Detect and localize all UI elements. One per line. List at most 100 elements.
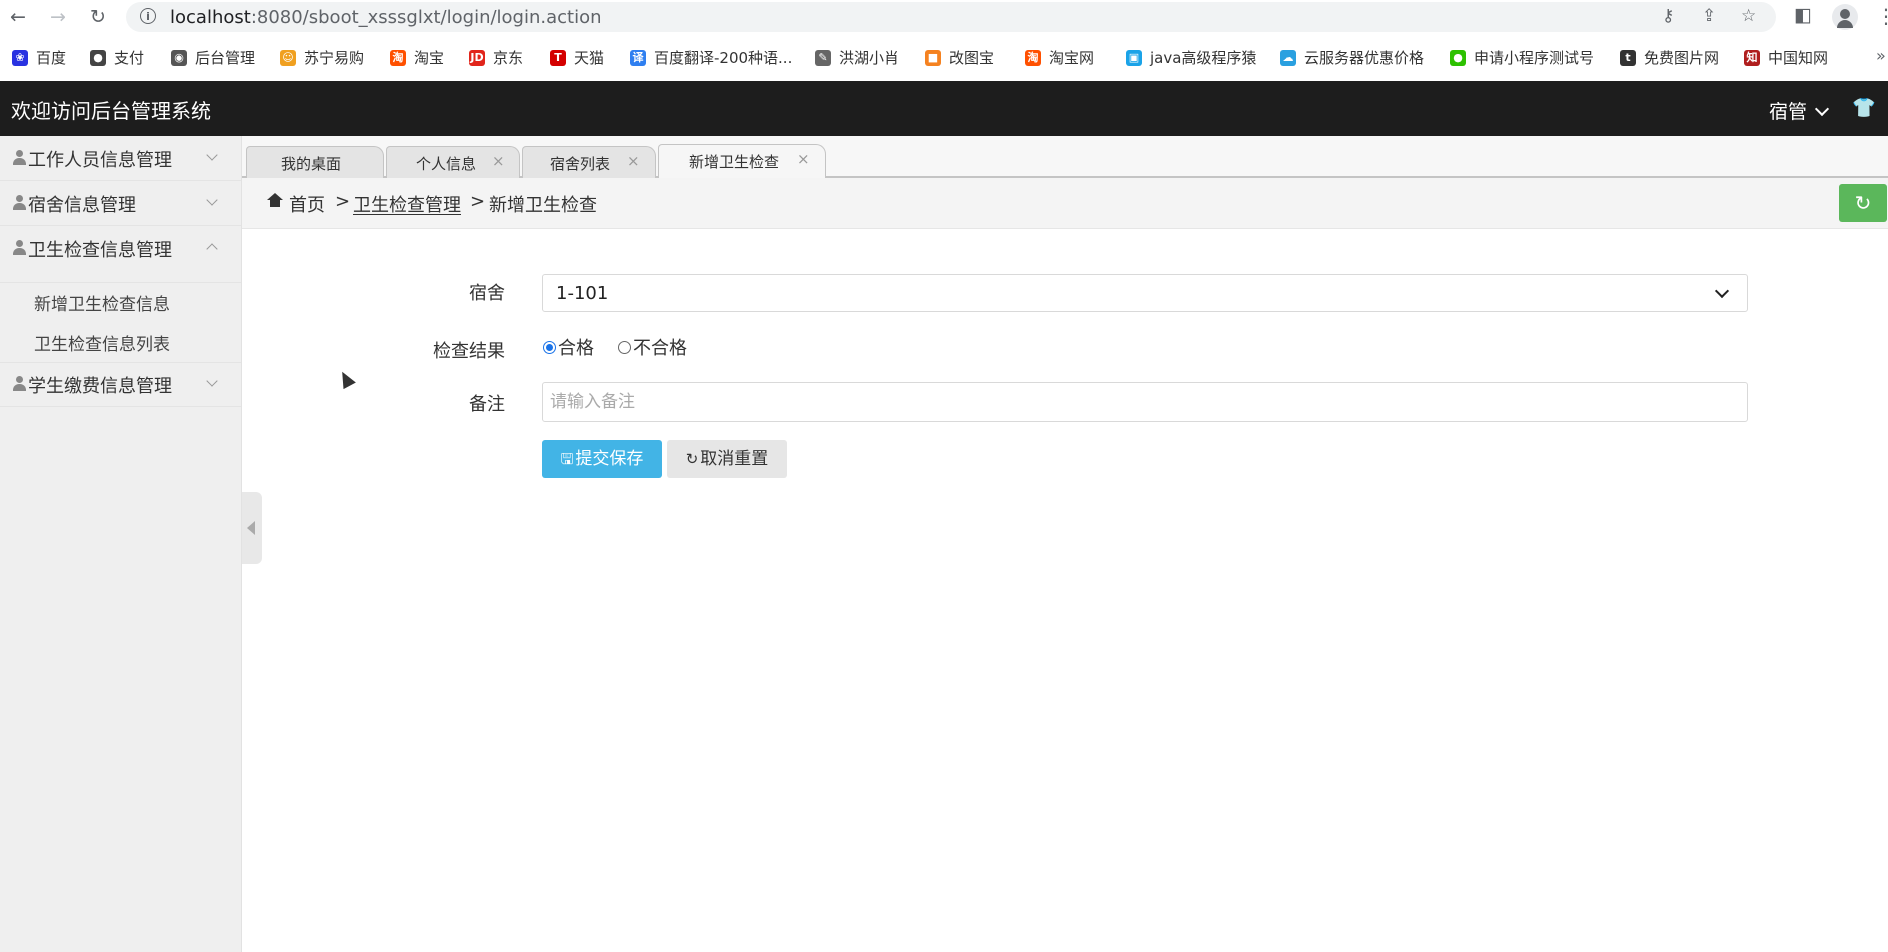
sidebar-item-label: 学生缴费信息管理 (28, 376, 172, 397)
save-button[interactable]: 🖫 提交保存 (542, 440, 662, 478)
sidebar-item-dorm[interactable]: 宿舍信息管理 (0, 181, 241, 226)
note-input[interactable] (542, 382, 1748, 422)
bookmark-icon: ● (1450, 49, 1466, 66)
chevron-up-icon (206, 243, 218, 255)
user-icon (13, 150, 26, 165)
bookmarks-overflow-icon[interactable]: » (1876, 46, 1886, 65)
tab-dorm-list[interactable]: 宿舍列表 × (522, 146, 656, 178)
url-host: localhost (170, 7, 251, 28)
save-button-label: 提交保存 (575, 449, 644, 469)
tab-desktop[interactable]: 我的桌面 (246, 146, 384, 178)
tab-label: 宿舍列表 (550, 155, 611, 173)
bookmark-icon: ● (90, 49, 106, 66)
bookmark-label: 百度 (36, 49, 67, 67)
breadcrumb-current: 新增卫生检查 (489, 195, 597, 216)
tab-label: 个人信息 (416, 155, 477, 173)
bookmark-label: 后台管理 (195, 49, 256, 67)
bookmark-item[interactable]: t 免费图片网 (1620, 47, 1719, 68)
close-icon[interactable]: × (797, 150, 810, 168)
back-icon[interactable]: ← (6, 5, 30, 29)
close-icon[interactable]: × (492, 152, 505, 170)
close-icon[interactable]: × (627, 152, 640, 170)
sidebar-item-label: 工作人员信息管理 (28, 150, 172, 171)
bookmark-item[interactable]: ● 支付 (90, 47, 144, 68)
sidebar-submenu: 新增卫生检查信息 卫生检查信息列表 (0, 282, 241, 363)
bookmark-icon: 淘 (390, 49, 406, 66)
bookmark-item[interactable]: 淘淘宝 (390, 47, 444, 68)
star-icon[interactable]: ☆ (1741, 6, 1756, 26)
bookmark-item[interactable]: 知中国知网 (1744, 47, 1828, 68)
menu-kebab-icon[interactable]: ⋮ (1876, 4, 1888, 28)
tab-profile[interactable]: 个人信息 × (386, 146, 520, 178)
reset-button[interactable]: ↻ 取消重置 (667, 440, 787, 478)
bookmark-item[interactable]: ▣ java高级程序猿 (1126, 47, 1256, 68)
radio-fail-label[interactable]: 不合格 (633, 334, 687, 360)
sidebar-item-hygiene[interactable]: 卫生检查信息管理 (0, 226, 241, 283)
bookmark-item[interactable]: ◉ 后台管理 (171, 47, 255, 68)
bookmark-item[interactable]: ● 申请小程序测试号 (1450, 47, 1594, 68)
share-icon[interactable]: ⇪ (1702, 6, 1716, 26)
bookmark-label: 淘宝 (414, 49, 445, 67)
bookmark-label: java高级程序猿 (1150, 49, 1257, 67)
bookmark-item[interactable]: 淘淘宝网 (1025, 47, 1094, 68)
chevron-down-icon (1714, 283, 1730, 299)
user-label: 宿管 (1769, 101, 1808, 123)
sidebar-collapse-handle[interactable] (242, 492, 262, 564)
bookmark-label: 支付 (114, 49, 145, 67)
breadcrumb: 首页 > 卫生检查管理 > 新增卫生检查 ↻ (242, 178, 1888, 229)
info-icon[interactable]: i (140, 8, 156, 24)
radio-fail[interactable] (618, 340, 631, 354)
bookmark-item[interactable]: JD 京东 (469, 47, 523, 68)
user-icon (13, 240, 26, 255)
radio-pass-label[interactable]: 合格 (558, 334, 594, 360)
sidepanel-icon[interactable]: ◧ (1794, 4, 1812, 26)
radio-pass[interactable] (543, 340, 556, 354)
sidebar: 工作人员信息管理 宿舍信息管理 卫生检查信息管理 新增卫生检查信息 卫生检查信息… (0, 136, 242, 952)
bookmark-item[interactable]: 译百度翻译-200种语... (630, 47, 792, 68)
reset-icon: ↻ (685, 450, 699, 468)
bookmark-label: 苏宁易购 (304, 49, 365, 67)
sidebar-item-label: 卫生检查信息管理 (28, 240, 172, 261)
address-bar[interactable]: i localhost:8080/sboot_xsssglxt/login/lo… (126, 2, 1776, 32)
bookmark-icon: JD (469, 49, 485, 66)
tab-add-hygiene[interactable]: 新增卫生检查 × (658, 144, 826, 178)
save-icon: 🖫 (560, 450, 574, 468)
bookmark-item[interactable]: ☺ 苏宁易购 (280, 47, 364, 68)
sidebar-item-staff[interactable]: 工作人员信息管理 (0, 136, 241, 181)
key-icon[interactable]: ⚷ (1662, 6, 1674, 26)
browser-toolbar: ← → ↻ i localhost:8080/sboot_xsssglxt/lo… (0, 0, 1888, 34)
user-icon (13, 195, 26, 210)
bookmark-icon: ☺ (280, 49, 296, 66)
app-title: 欢迎访问后台管理系统 (11, 99, 211, 123)
shirt-icon[interactable]: 👕 (1852, 96, 1876, 119)
bookmarks-bar: ❀ 百度 ● 支付 ◉ 后台管理 ☺ 苏宁易购 淘淘宝 JD 京东 T 天猫 译百度翻译-200种语...… (0, 44, 1888, 72)
result-label: 检查结果 (433, 341, 505, 362)
sidebar-item-label: 宿舍信息管理 (28, 195, 136, 216)
bookmark-label: 京东 (493, 49, 524, 67)
bookmark-item[interactable]: T 天猫 (550, 47, 604, 68)
bookmark-item[interactable]: ✎ 洪湖小肖 (815, 47, 899, 68)
bookmark-item[interactable]: ❀ 百度 (12, 47, 66, 68)
bookmark-item[interactable]: ☁ 云服务器优惠价格 (1280, 47, 1424, 68)
forward-icon[interactable]: → (46, 5, 70, 29)
breadcrumb-separator: > (335, 191, 351, 212)
url-text[interactable]: localhost:8080/sboot_xsssglxt/login/logi… (170, 7, 602, 28)
bookmark-item[interactable]: ■ 改图宝 (925, 47, 994, 68)
submenu-add-hygiene[interactable]: 新增卫生检查信息 (34, 290, 170, 315)
breadcrumb-home[interactable]: 首页 (289, 191, 325, 217)
refresh-button[interactable]: ↻ (1839, 184, 1887, 222)
user-menu[interactable]: 宿管 (1769, 97, 1830, 124)
bookmark-icon: t (1620, 49, 1636, 66)
bookmark-icon: ▣ (1126, 49, 1142, 66)
submenu-hygiene-list[interactable]: 卫生检查信息列表 (34, 330, 170, 355)
bookmark-label: 云服务器优惠价格 (1304, 49, 1425, 67)
url-path: :8080/sboot_xsssglxt/login/login.action (250, 7, 602, 28)
reload-icon[interactable]: ↻ (86, 5, 110, 29)
chevron-down-icon (206, 194, 218, 206)
breadcrumb-section[interactable]: 卫生检查管理 (353, 191, 461, 217)
profile-icon[interactable] (1832, 4, 1858, 30)
tab-label: 我的桌面 (281, 155, 342, 173)
sidebar-item-payment[interactable]: 学生缴费信息管理 (0, 362, 241, 407)
dorm-select[interactable]: 1-101 (542, 274, 1748, 312)
bookmark-label: 申请小程序测试号 (1474, 49, 1595, 67)
